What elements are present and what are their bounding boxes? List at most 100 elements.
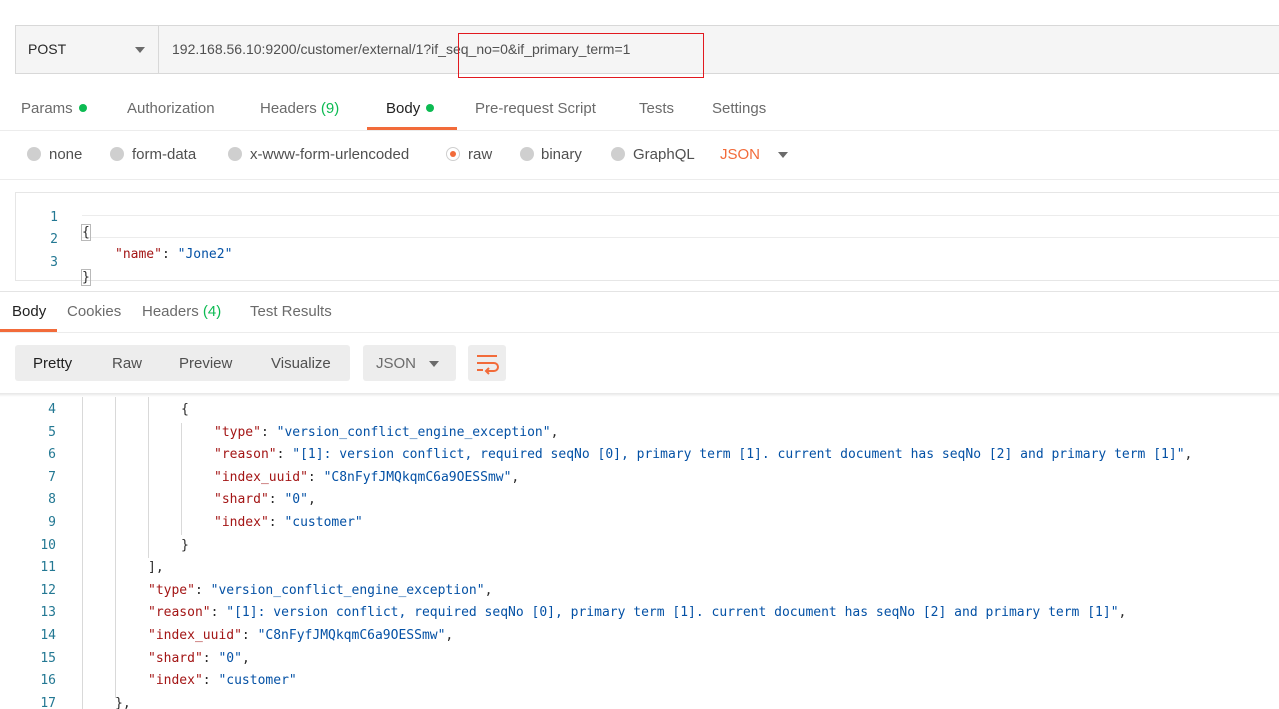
response-tabs: Body Cookies Headers (4) Test Results (0, 297, 1279, 332)
line-number: 5 (48, 424, 56, 440)
json-punctuation: , (307, 492, 316, 508)
request-tabs: Params Authorization Headers (9) Body Pr… (0, 94, 1279, 130)
radio-label: GraphQL (633, 146, 695, 163)
code-text: "reason": "[1]: version conflict, requir… (148, 605, 1126, 620)
divider (0, 291, 1279, 292)
line-number: 14 (40, 628, 56, 643)
json-colon: : (307, 469, 324, 485)
query-params-highlight (458, 33, 704, 78)
json-punctuation: , (511, 469, 520, 485)
tab-test-results[interactable]: Test Results (250, 297, 332, 332)
tab-authorization[interactable]: Authorization (127, 94, 215, 130)
preview-button[interactable]: Preview (179, 355, 232, 372)
tab-label: Test Results (250, 303, 332, 320)
json-key: "type" (148, 582, 195, 598)
json-colon: : (194, 582, 211, 598)
code-line: 8 "shard": "0", (0, 492, 1279, 514)
body-format-select[interactable]: JSON (720, 146, 788, 163)
wrap-lines-button[interactable] (468, 345, 506, 381)
tab-label: Headers (260, 100, 317, 117)
code-line: 1 { (16, 195, 1279, 241)
code-text: "shard": "0", (148, 651, 250, 666)
radio-label: none (49, 146, 83, 163)
radio-selected-icon (446, 147, 460, 161)
response-body-viewer[interactable]: 4{5 "type": "version_conflict_engine_exce… (0, 393, 1279, 709)
scroll-shadow (0, 393, 1279, 397)
line-number: 17 (40, 695, 56, 709)
url-input[interactable]: 192.168.56.10:9200/customer/external/1?i… (159, 26, 1279, 73)
divider (0, 179, 1279, 180)
tab-headers[interactable]: Headers (9) (260, 94, 339, 130)
chevron-down-icon (429, 361, 439, 367)
body-format-label: JSON (720, 146, 761, 163)
code-line: 2 "name": "Jone2" (16, 217, 1279, 262)
code-text: }, (115, 695, 131, 709)
tab-label: Cookies (67, 303, 122, 320)
code-line: 15 "shard": "0", (0, 651, 1279, 673)
radio-label: x-www-form-urlencoded (250, 146, 410, 163)
json-value: "C8nFyfJMQkqmC6a9OESSmw" (323, 469, 512, 485)
code-line: 16 "index": "customer" (0, 673, 1279, 695)
line-number: 15 (40, 650, 56, 666)
method-label: POST (28, 41, 67, 57)
json-value: "version_conflict_engine_exception" (276, 424, 551, 440)
json-value: "[1]: version conflict, required seqNo [… (292, 447, 1185, 463)
radio-icon (27, 147, 41, 161)
tab-label: Body (12, 303, 47, 320)
json-value: "customer" (218, 673, 297, 689)
code-text: "index": "customer" (148, 673, 297, 688)
json-value: "0" (284, 492, 308, 508)
json-punctuation: , (1118, 605, 1127, 621)
code-text: } (181, 537, 189, 553)
line-number: 10 (40, 537, 56, 553)
tab-label: Tests (639, 100, 675, 117)
code-line: 9 "index": "customer" (0, 515, 1279, 537)
json-colon: : (268, 492, 285, 508)
status-dot-icon (426, 104, 435, 112)
response-format-select[interactable]: JSON (363, 345, 456, 381)
json-colon: : (276, 447, 293, 463)
method-select[interactable]: POST (16, 26, 159, 73)
json-punctuation: , (550, 424, 559, 440)
count-badge: (4) (202, 303, 222, 320)
tab-response-headers[interactable]: Headers (4) (142, 297, 221, 332)
radio-icon (611, 147, 625, 161)
tab-settings[interactable]: Settings (712, 94, 766, 130)
tab-label: Settings (712, 100, 767, 117)
radio-label: raw (468, 146, 493, 163)
json-key: "index_uuid" (214, 469, 308, 485)
chevron-down-icon (135, 47, 145, 53)
line-number: 12 (40, 582, 56, 598)
json-colon: : (268, 515, 285, 530)
code-line: 7 "index_uuid": "C8nFyfJMQkqmC6a9OESSmw", (0, 470, 1279, 492)
code-line: 12 "type": "version_conflict_engine_excep… (0, 583, 1279, 605)
code-line: 10} (0, 538, 1279, 560)
json-key: "reason" (214, 447, 277, 463)
visualize-button[interactable]: Visualize (271, 355, 331, 372)
tab-cookies[interactable]: Cookies (67, 297, 121, 332)
request-body-editor[interactable]: 1 { 2 "name": "Jone2" 3 } (15, 192, 1279, 286)
line-number: 3 (50, 255, 58, 270)
radio-icon (110, 147, 124, 161)
json-punctuation: , (484, 582, 493, 598)
code-text: "index": "customer" (214, 515, 363, 530)
raw-button[interactable]: Raw (112, 355, 142, 372)
tab-response-body[interactable]: Body (0, 297, 57, 332)
json-punctuation: , (1184, 447, 1193, 463)
code-line: 11], (0, 560, 1279, 582)
tab-pre-request-script[interactable]: Pre-request Script (475, 94, 596, 130)
tab-params[interactable]: Params (21, 94, 87, 130)
tab-tests[interactable]: Tests (639, 94, 674, 130)
line-number: 7 (48, 469, 56, 485)
json-value: "version_conflict_engine_exception" (210, 582, 485, 598)
radio-icon (520, 147, 534, 161)
json-key: "index" (148, 673, 203, 689)
tab-body[interactable]: Body (367, 94, 457, 130)
code-text: "shard": "0", (214, 492, 316, 507)
wrap-lines-icon (477, 355, 499, 375)
pretty-button[interactable]: Pretty (33, 355, 72, 372)
code-text: "index_uuid": "C8nFyfJMQkqmC6a9OESSmw", (214, 470, 519, 485)
tab-label: Headers (142, 303, 199, 320)
tab-label: Params (21, 100, 73, 117)
tab-label: Body (386, 100, 421, 117)
